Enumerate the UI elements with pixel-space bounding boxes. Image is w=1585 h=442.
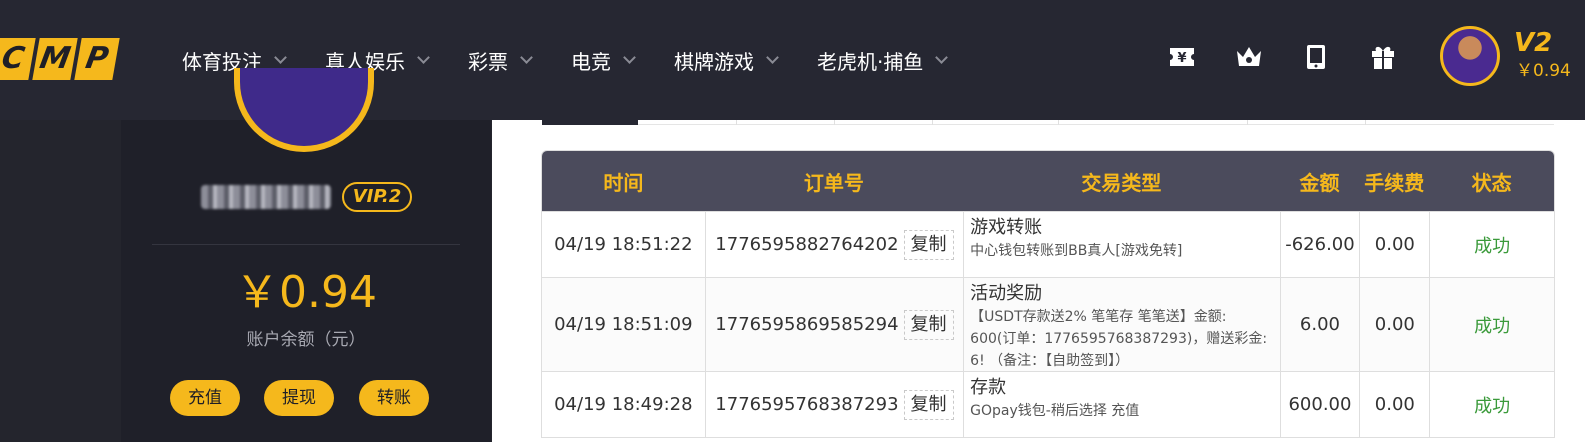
type-description: GOpay钱包-稍后选择 充值 <box>970 403 1140 419</box>
tab-divider <box>834 120 835 125</box>
table-row: 04/19 18:51:09 1776595869585294 复制 活动奖励【U… <box>542 277 1554 371</box>
copy-button[interactable]: 复制 <box>903 309 954 340</box>
status-badge: 成功 <box>1429 278 1554 371</box>
status-badge: 成功 <box>1429 212 1554 277</box>
chevron-down-icon <box>935 50 949 64</box>
transaction-table: 时间 订单号 交易类型 金额 手续费 状态 04/19 18:51:22 177… <box>541 150 1555 438</box>
logo-letter: P <box>74 38 120 80</box>
vip-badge: VIP.2 <box>342 182 412 212</box>
chevron-down-icon <box>766 50 779 64</box>
nav-item-lottery[interactable]: 彩票 <box>468 46 533 75</box>
tab-active-indicator[interactable] <box>542 120 638 125</box>
avatar[interactable] <box>1440 26 1500 86</box>
table-row: 04/19 18:51:22 1776595882764202 复制 游戏转账中心… <box>542 211 1554 277</box>
order-number: 1776595768387293 <box>715 394 899 415</box>
type-description: 中心钱包转账到BB真人[游戏免转] <box>970 243 1183 259</box>
column-header-type: 交易类型 <box>1081 170 1162 195</box>
ticket-icon[interactable]: ¥ <box>1166 40 1198 74</box>
column-header-time: 时间 <box>603 170 644 195</box>
profile-avatar <box>234 68 374 152</box>
cell-fee: 0.00 <box>1359 278 1429 371</box>
nav-item-esports[interactable]: 电竞 <box>571 46 636 75</box>
tablet-icon[interactable] <box>1300 40 1332 74</box>
chevron-down-icon <box>520 50 533 64</box>
svg-text:¥: ¥ <box>1177 51 1186 66</box>
cell-type: 存款 GOpay钱包-稍后选择 充值 <box>963 372 1279 437</box>
cell-type: 游戏转账中心钱包转账到BB真人[游戏免转] <box>963 212 1279 277</box>
nav-item-label: 彩票 <box>468 49 508 74</box>
cell-amount: 6.00 <box>1279 278 1360 371</box>
nav-item-slots-fishing[interactable]: 老虎机·捕鱼 <box>817 46 949 75</box>
status-badge: 成功 <box>1429 372 1554 437</box>
logo-letter: M <box>32 38 78 80</box>
transfer-button[interactable]: 转账 <box>359 380 429 416</box>
cell-type: 活动奖励【USDT存款送2% 笔笔存 笔笔送】金额: 600(订单：177659… <box>963 278 1279 371</box>
tab-divider <box>736 120 737 125</box>
brand-logo[interactable]: C M P <box>0 38 120 82</box>
copy-button[interactable]: 复制 <box>903 389 954 420</box>
cell-time: 04/19 18:51:09 <box>554 314 693 335</box>
cell-amount: -626.00 <box>1279 212 1360 277</box>
order-number: 1776595869585294 <box>715 314 899 335</box>
cell-fee: 0.00 <box>1359 212 1429 277</box>
chevron-down-icon <box>623 50 636 64</box>
chevron-down-icon <box>274 50 287 64</box>
header-balance: ￥0.94 <box>1516 61 1571 81</box>
deposit-button[interactable]: 充值 <box>170 380 240 416</box>
tab-divider <box>932 120 933 125</box>
filter-tabs <box>542 120 1554 125</box>
cell-order: 1776595869585294 复制 <box>704 278 963 371</box>
tab-divider <box>1247 120 1248 125</box>
profile-panel: VIP.2 ￥0.94 账户余额（元） 充值 提现 转账 <box>121 68 491 442</box>
vip-level: V2 <box>1514 28 1553 58</box>
nav-item-label: 棋牌游戏 <box>674 49 754 74</box>
divider <box>152 244 460 245</box>
order-number: 1776595882764202 <box>715 234 899 255</box>
cell-order: 1776595768387293 复制 <box>704 372 963 437</box>
column-header-status: 状态 <box>1471 170 1512 195</box>
nav-item-label: 老虎机·捕鱼 <box>817 49 924 74</box>
tab-divider <box>1058 120 1059 125</box>
type-title: 活动奖励 <box>970 283 1043 304</box>
cell-fee: 0.00 <box>1359 372 1429 437</box>
type-title: 存款 <box>970 377 1007 398</box>
nav-item-label: 电竞 <box>571 49 611 74</box>
chevron-down-icon <box>417 50 430 64</box>
withdraw-button[interactable]: 提现 <box>264 380 334 416</box>
column-header-fee: 手续费 <box>1364 170 1425 195</box>
header-icons: ¥ <box>1166 40 1434 74</box>
cell-time: 04/19 18:49:28 <box>554 394 693 415</box>
cell-order: 1776595882764202 复制 <box>704 212 963 277</box>
cell-time: 04/19 18:51:22 <box>554 234 693 255</box>
column-header-amount: 金额 <box>1299 170 1340 195</box>
table-header: 时间 订单号 交易类型 金额 手续费 状态 <box>542 151 1554 211</box>
type-description: 【USDT存款送2% 笔笔存 笔笔送】金额: 600(订单：1776595768… <box>970 309 1268 369</box>
account-balance-label: 账户余额（元） <box>246 330 366 350</box>
copy-button[interactable]: 复制 <box>903 229 954 260</box>
table-row: 04/19 18:49:28 1776595768387293 复制 存款 GOpa… <box>542 371 1554 437</box>
account-balance: ￥0.94 <box>235 267 377 318</box>
gift-icon[interactable] <box>1367 40 1399 74</box>
type-title: 游戏转账 <box>970 217 1043 238</box>
crown-icon[interactable] <box>1233 40 1265 74</box>
cell-amount: 600.00 <box>1279 372 1360 437</box>
username-blurred <box>201 185 331 209</box>
tab-divider <box>1365 120 1366 125</box>
column-header-order: 订单号 <box>803 170 864 195</box>
nav-item-card-games[interactable]: 棋牌游戏 <box>674 46 779 75</box>
logo-letter: C <box>0 38 36 80</box>
